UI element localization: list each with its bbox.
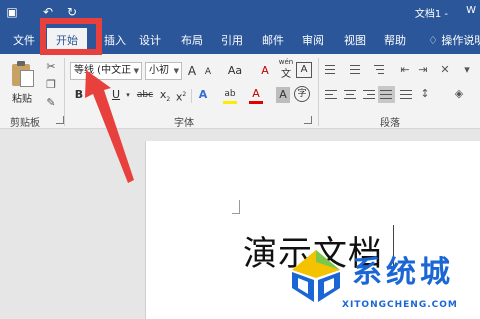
watermark-logo [292,250,340,302]
watermark-text: 系统城 [352,255,454,290]
watermark-url: XITONGCHENG.COM [342,300,458,310]
